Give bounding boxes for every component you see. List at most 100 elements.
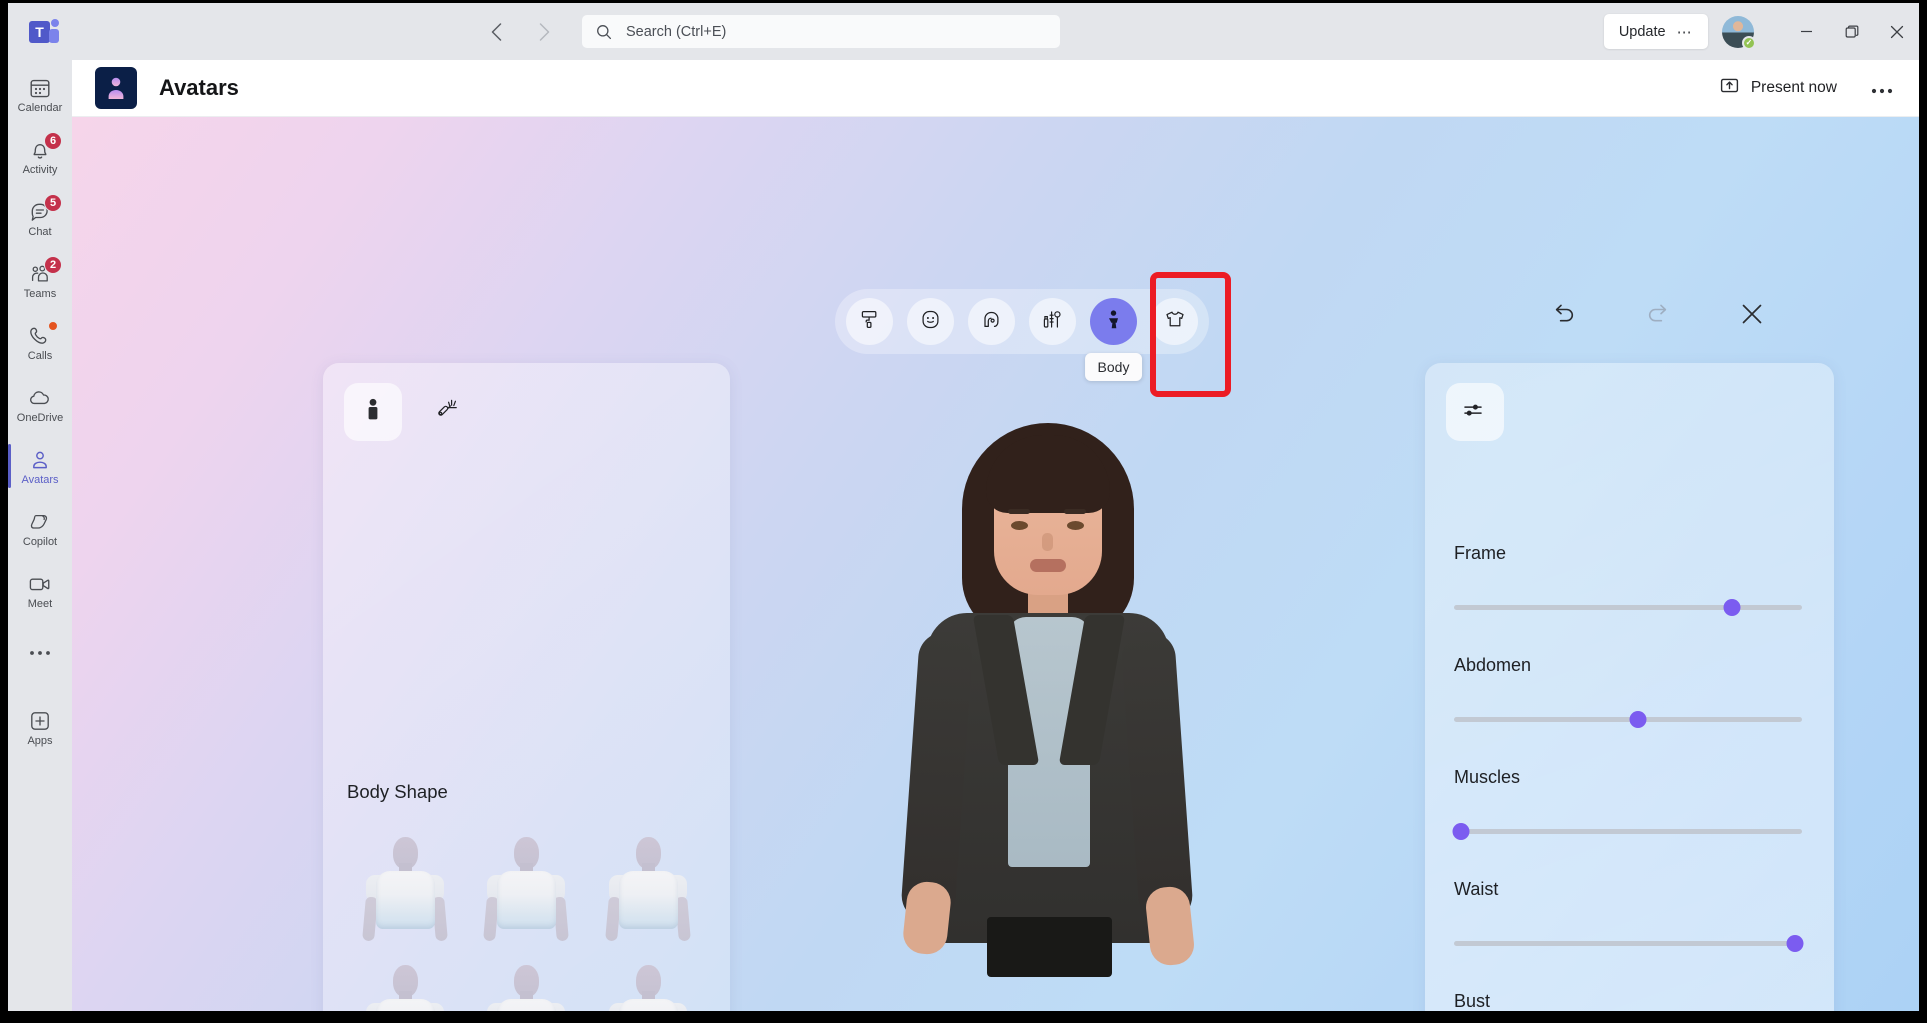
makeup-icon xyxy=(1042,309,1063,335)
apps-plus-icon xyxy=(29,709,51,733)
avatar-editor-stage: Body Body Shape Frame Abdomen Muscles Wa… xyxy=(72,117,1919,1011)
body-shape-panel: Body Shape xyxy=(323,363,730,1011)
slider-thumb[interactable] xyxy=(1723,599,1741,616)
tab-body-shape[interactable] xyxy=(344,383,402,441)
body-shape-option[interactable] xyxy=(587,821,709,943)
teams-logo-dot-small xyxy=(51,18,59,27)
bell-icon: 6 xyxy=(29,131,62,162)
prosthetic-arm-icon xyxy=(436,397,462,428)
category-clothing-button[interactable] xyxy=(1151,298,1198,345)
share-up-icon xyxy=(1720,76,1739,100)
sidebar-item-meet[interactable]: Meet xyxy=(8,562,72,619)
sidebar-item-activity[interactable]: 6 Activity xyxy=(8,128,72,185)
body-shape-option[interactable] xyxy=(344,949,466,1011)
category-body-button[interactable] xyxy=(1090,298,1137,345)
sidebar-item-label: Calendar xyxy=(17,101,63,114)
body-shape-grid xyxy=(344,821,709,1011)
body-shape-thumbnail xyxy=(360,963,450,1011)
tab-adjustments[interactable] xyxy=(1446,383,1504,441)
slider-frame[interactable] xyxy=(1454,599,1802,616)
body-shape-thumbnail xyxy=(603,963,693,1011)
sidebar-item-onedrive[interactable]: OneDrive xyxy=(8,376,72,433)
header-more-icon[interactable] xyxy=(1863,74,1901,103)
sidebar-item-calls[interactable]: Calls xyxy=(8,314,72,371)
teams-logo-dot-large xyxy=(49,28,59,43)
slider-thumb[interactable] xyxy=(1786,935,1804,952)
app-header-actions: Present now xyxy=(1714,70,1901,106)
teams-logo-icon: T xyxy=(8,3,80,60)
minimize-icon[interactable] xyxy=(1784,3,1829,60)
search-placeholder: Search (Ctrl+E) xyxy=(626,23,727,40)
tab-prosthetics[interactable] xyxy=(420,383,478,441)
sidebar-item-label: OneDrive xyxy=(16,411,64,424)
sidebar-badge-dot xyxy=(48,320,58,331)
slider-row: Bust xyxy=(1454,991,1802,1011)
update-label: Update xyxy=(1618,23,1666,40)
slider-abdomen[interactable] xyxy=(1454,711,1802,728)
navigation-arrows xyxy=(480,16,560,48)
sidebar-badge: 5 xyxy=(44,193,62,212)
undo-arrow-icon[interactable] xyxy=(1547,297,1581,331)
slider-muscles[interactable] xyxy=(1452,823,1802,840)
sidebar-item-calendar[interactable]: Calendar xyxy=(8,66,72,123)
sidebar-item-apps[interactable]: Apps xyxy=(8,699,72,756)
sidebar-item-label: Meet xyxy=(27,597,53,610)
face-smile-icon xyxy=(920,309,941,335)
avatar-brow-right xyxy=(1064,509,1086,514)
slider-track[interactable] xyxy=(1454,829,1802,834)
search-icon xyxy=(596,24,612,40)
close-icon[interactable] xyxy=(1874,3,1919,60)
present-now-button[interactable]: Present now xyxy=(1714,70,1843,106)
slider-row: Muscles xyxy=(1452,767,1802,840)
slider-row: Waist xyxy=(1454,879,1804,952)
category-face-button[interactable] xyxy=(907,298,954,345)
search-input[interactable]: Search (Ctrl+E) xyxy=(582,15,1060,48)
redo-arrow-icon[interactable] xyxy=(1641,297,1675,331)
avatar-eye-right xyxy=(1067,521,1084,530)
update-button[interactable]: Update ⋯ xyxy=(1603,14,1708,49)
body-shape-option[interactable] xyxy=(344,821,466,943)
avatar[interactable]: ✓ xyxy=(1722,15,1756,50)
body-shape-thumbnail xyxy=(481,835,571,943)
sidebar-item-label: Teams xyxy=(23,287,57,300)
slider-thumb[interactable] xyxy=(1452,823,1470,840)
restore-icon[interactable] xyxy=(1829,3,1874,60)
sidebar-item-avatars[interactable]: Avatars xyxy=(8,438,72,495)
body-shape-thumbnail xyxy=(360,835,450,943)
sidebar-badge: 2 xyxy=(44,255,62,274)
category-makeup-button[interactable] xyxy=(1029,298,1076,345)
body-panel-tabs xyxy=(344,383,478,441)
slider-label: Frame xyxy=(1454,543,1507,563)
adjustments-panel-tabs xyxy=(1446,383,1504,441)
sidebar-item-more[interactable] xyxy=(8,624,72,681)
slider-label: Abdomen xyxy=(1454,655,1532,675)
slider-waist[interactable] xyxy=(1454,935,1804,952)
body-silhouette-icon xyxy=(362,397,384,427)
sidebar-item-chat[interactable]: 5 Chat xyxy=(8,190,72,247)
back-button[interactable] xyxy=(480,16,512,48)
slider-label: Bust xyxy=(1454,991,1491,1011)
body-shape-option[interactable] xyxy=(466,949,588,1011)
slider-track[interactable] xyxy=(1454,941,1802,946)
slider-thumb[interactable] xyxy=(1629,711,1647,728)
category-appearance-button[interactable] xyxy=(846,298,893,345)
copilot-icon xyxy=(29,510,52,534)
body-shape-option[interactable] xyxy=(587,949,709,1011)
avatar-preview[interactable] xyxy=(882,417,1212,1011)
slider-track[interactable] xyxy=(1454,605,1802,610)
body-shape-option[interactable] xyxy=(466,821,588,943)
close-editor-icon[interactable] xyxy=(1735,297,1769,331)
sidebar-item-copilot[interactable]: Copilot xyxy=(8,500,72,557)
sidebar-item-teams[interactable]: 2 Teams xyxy=(8,252,72,309)
body-adjustments-panel: Frame Abdomen Muscles Waist Bust xyxy=(1425,363,1834,1011)
avatars-app-content: Avatars Present now Body Body Shape Fram… xyxy=(72,60,1919,1011)
app-sidebar: Calendar 6 Activity 5 Chat 2 Teams Calls… xyxy=(8,60,72,1011)
panel-heading-text: Body Shape xyxy=(347,781,448,802)
category-body-wrapper: Body xyxy=(1084,298,1143,381)
title-bar: T Search (Ctrl+E) Update ⋯ ✓ xyxy=(8,3,1919,60)
update-more-icon[interactable]: ⋯ xyxy=(1677,23,1693,41)
forward-button[interactable] xyxy=(528,16,560,48)
slider-track[interactable] xyxy=(1454,717,1802,722)
category-hair-button[interactable] xyxy=(968,298,1015,345)
people-icon: 2 xyxy=(29,255,62,286)
